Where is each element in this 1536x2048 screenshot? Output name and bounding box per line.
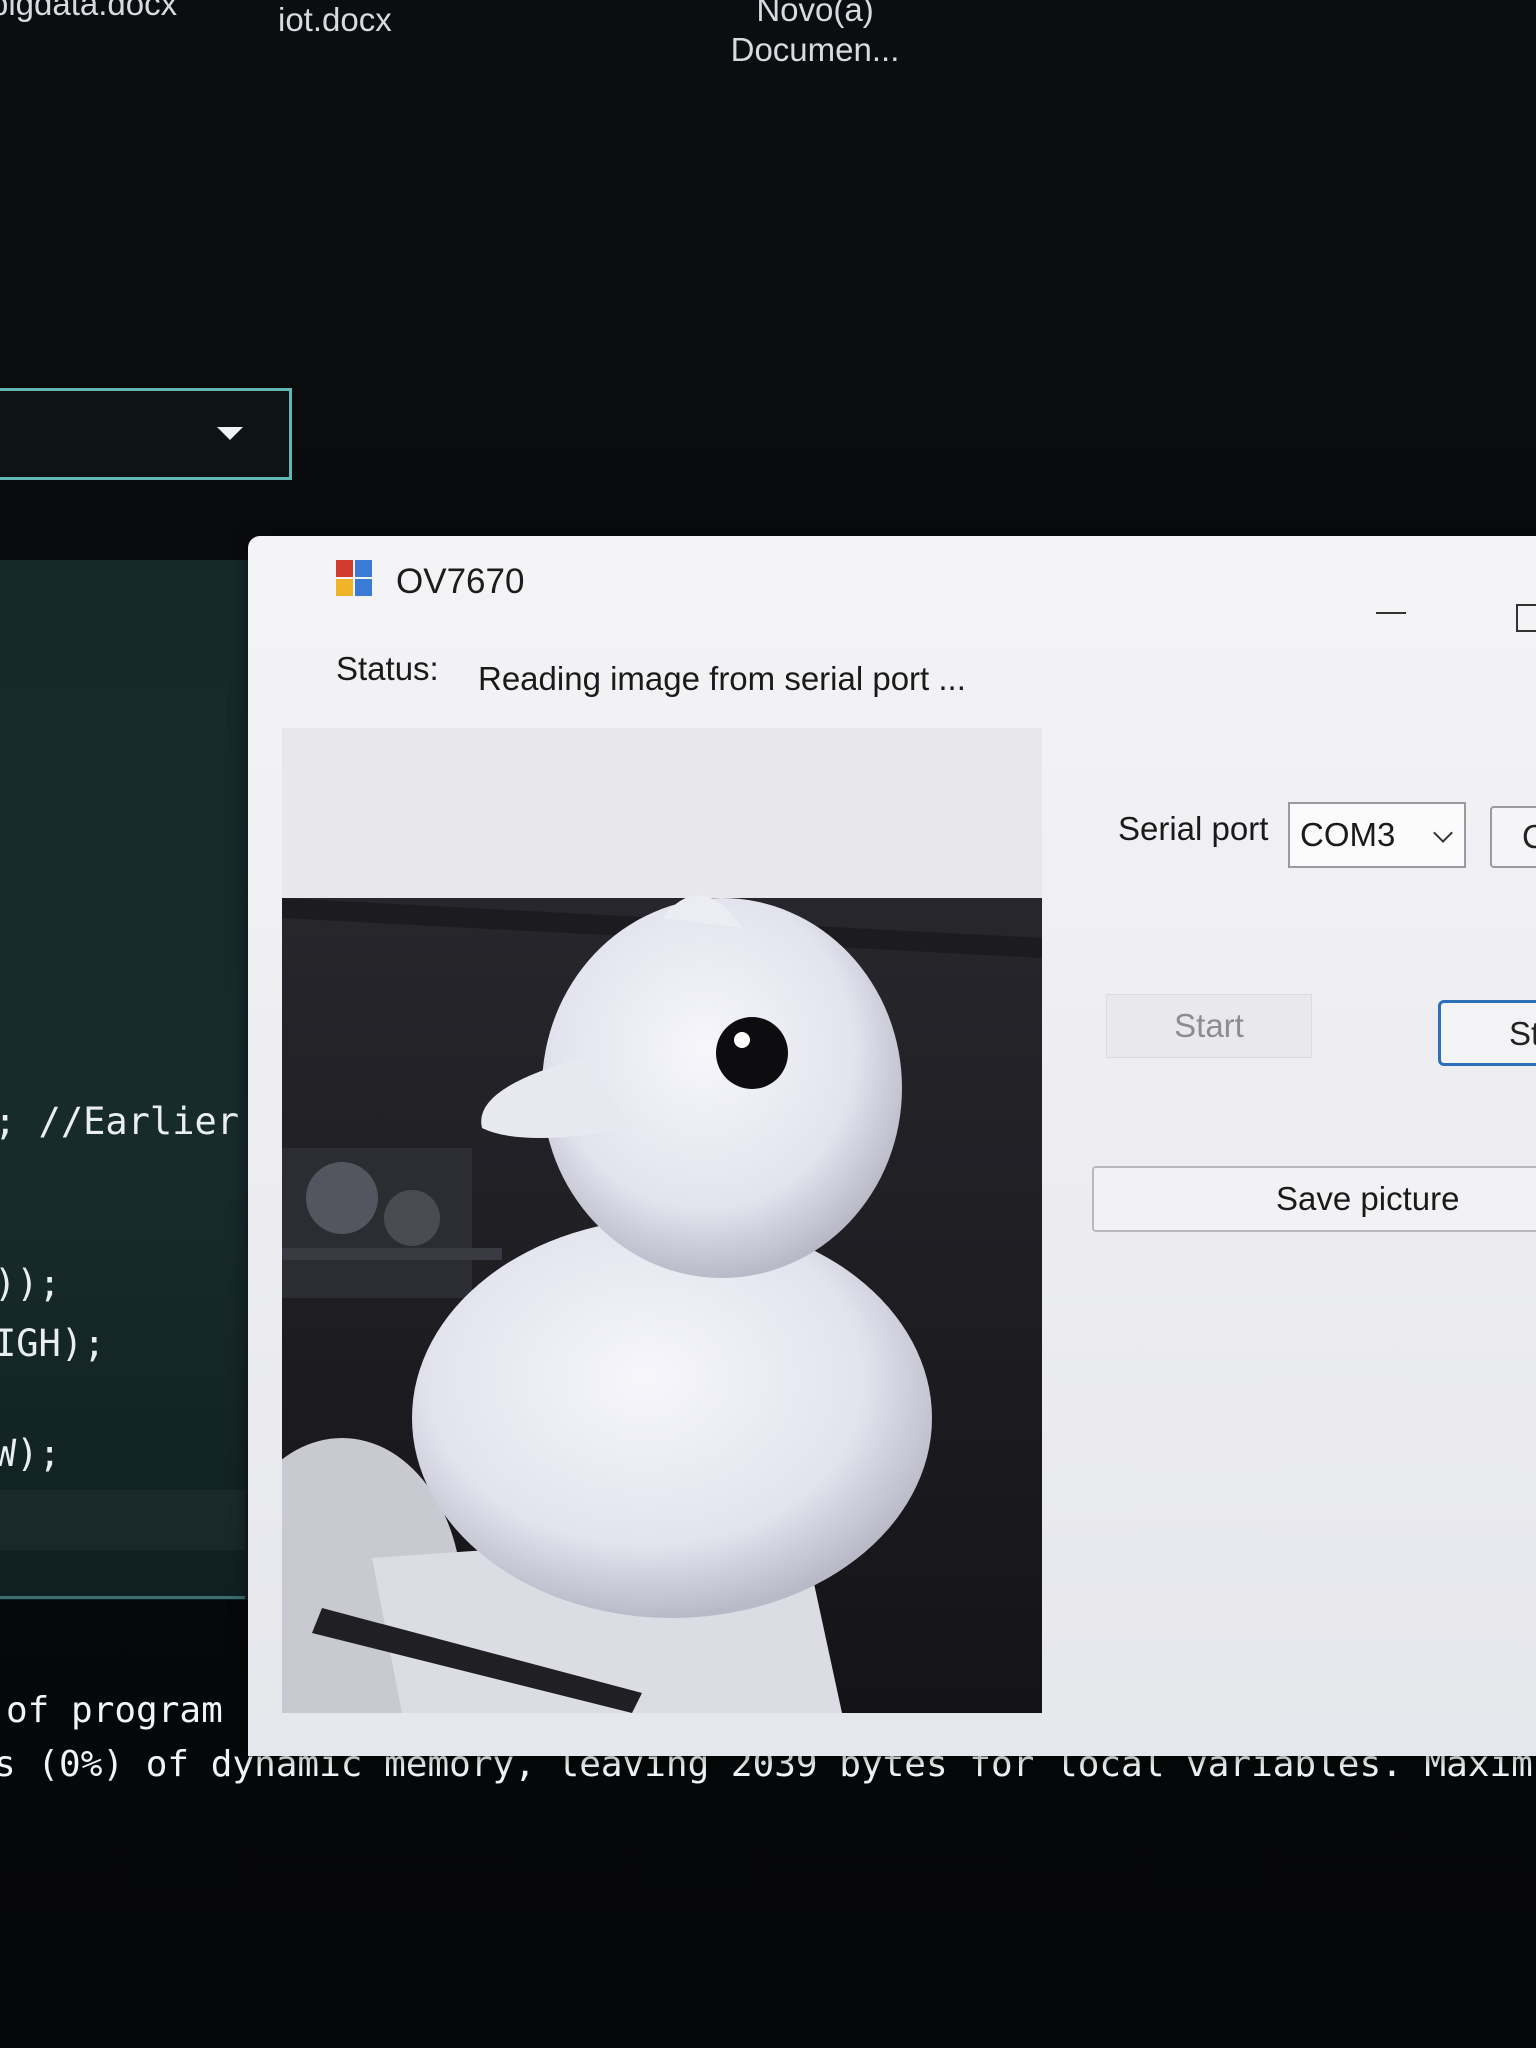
desktop-icon-label: bigdata.docx: [0, 0, 178, 22]
status-label: Status:: [336, 650, 439, 687]
code-line: W);: [0, 1432, 61, 1475]
app-window-icon: [336, 560, 372, 596]
current-line-highlight: [0, 1490, 245, 1550]
window-title: OV7670: [396, 562, 525, 601]
code-line: ; //Earlier: [0, 1100, 240, 1143]
serial-port-label: Serial port: [1118, 810, 1269, 847]
maximize-button[interactable]: [1508, 598, 1536, 634]
desktop-icon-new-document[interactable]: Novo(a) Documen...: [710, 0, 920, 70]
minimize-button[interactable]: [1366, 594, 1418, 630]
camera-preview-image: [282, 728, 1042, 1713]
screen: bigdata.docx iot.docx Novo(a) Documen...…: [0, 0, 1536, 2048]
stop-button[interactable]: St: [1438, 1000, 1536, 1066]
chevron-down-icon: [1433, 823, 1453, 843]
editor-divider: [0, 1596, 245, 1599]
code-line: IGH);: [0, 1322, 106, 1365]
desktop-icon-bigdata[interactable]: bigdata.docx: [0, 0, 230, 24]
ov7670-window: OV7670 Status: Reading image from serial…: [248, 536, 1536, 1756]
board-select-dropdown[interactable]: [0, 388, 292, 480]
desktop-icon-label: iot.docx: [278, 1, 392, 38]
desktop-icon-label: Novo(a): [756, 0, 874, 28]
desktop-icon-label: Documen...: [730, 31, 900, 68]
connect-button[interactable]: C: [1490, 806, 1536, 868]
save-picture-button[interactable]: Save picture: [1092, 1166, 1536, 1232]
dropdown-arrow-icon: [217, 427, 243, 440]
desktop-icon-iot[interactable]: iot.docx: [278, 0, 438, 40]
stop-button-label: St: [1509, 1015, 1536, 1052]
serial-port-select[interactable]: COM3: [1288, 802, 1466, 868]
start-button[interactable]: Start: [1106, 994, 1312, 1058]
code-line: ));: [0, 1262, 61, 1305]
connect-button-label: C: [1522, 818, 1536, 856]
serial-port-value: COM3: [1300, 816, 1396, 853]
status-text: Reading image from serial port ...: [478, 660, 966, 697]
